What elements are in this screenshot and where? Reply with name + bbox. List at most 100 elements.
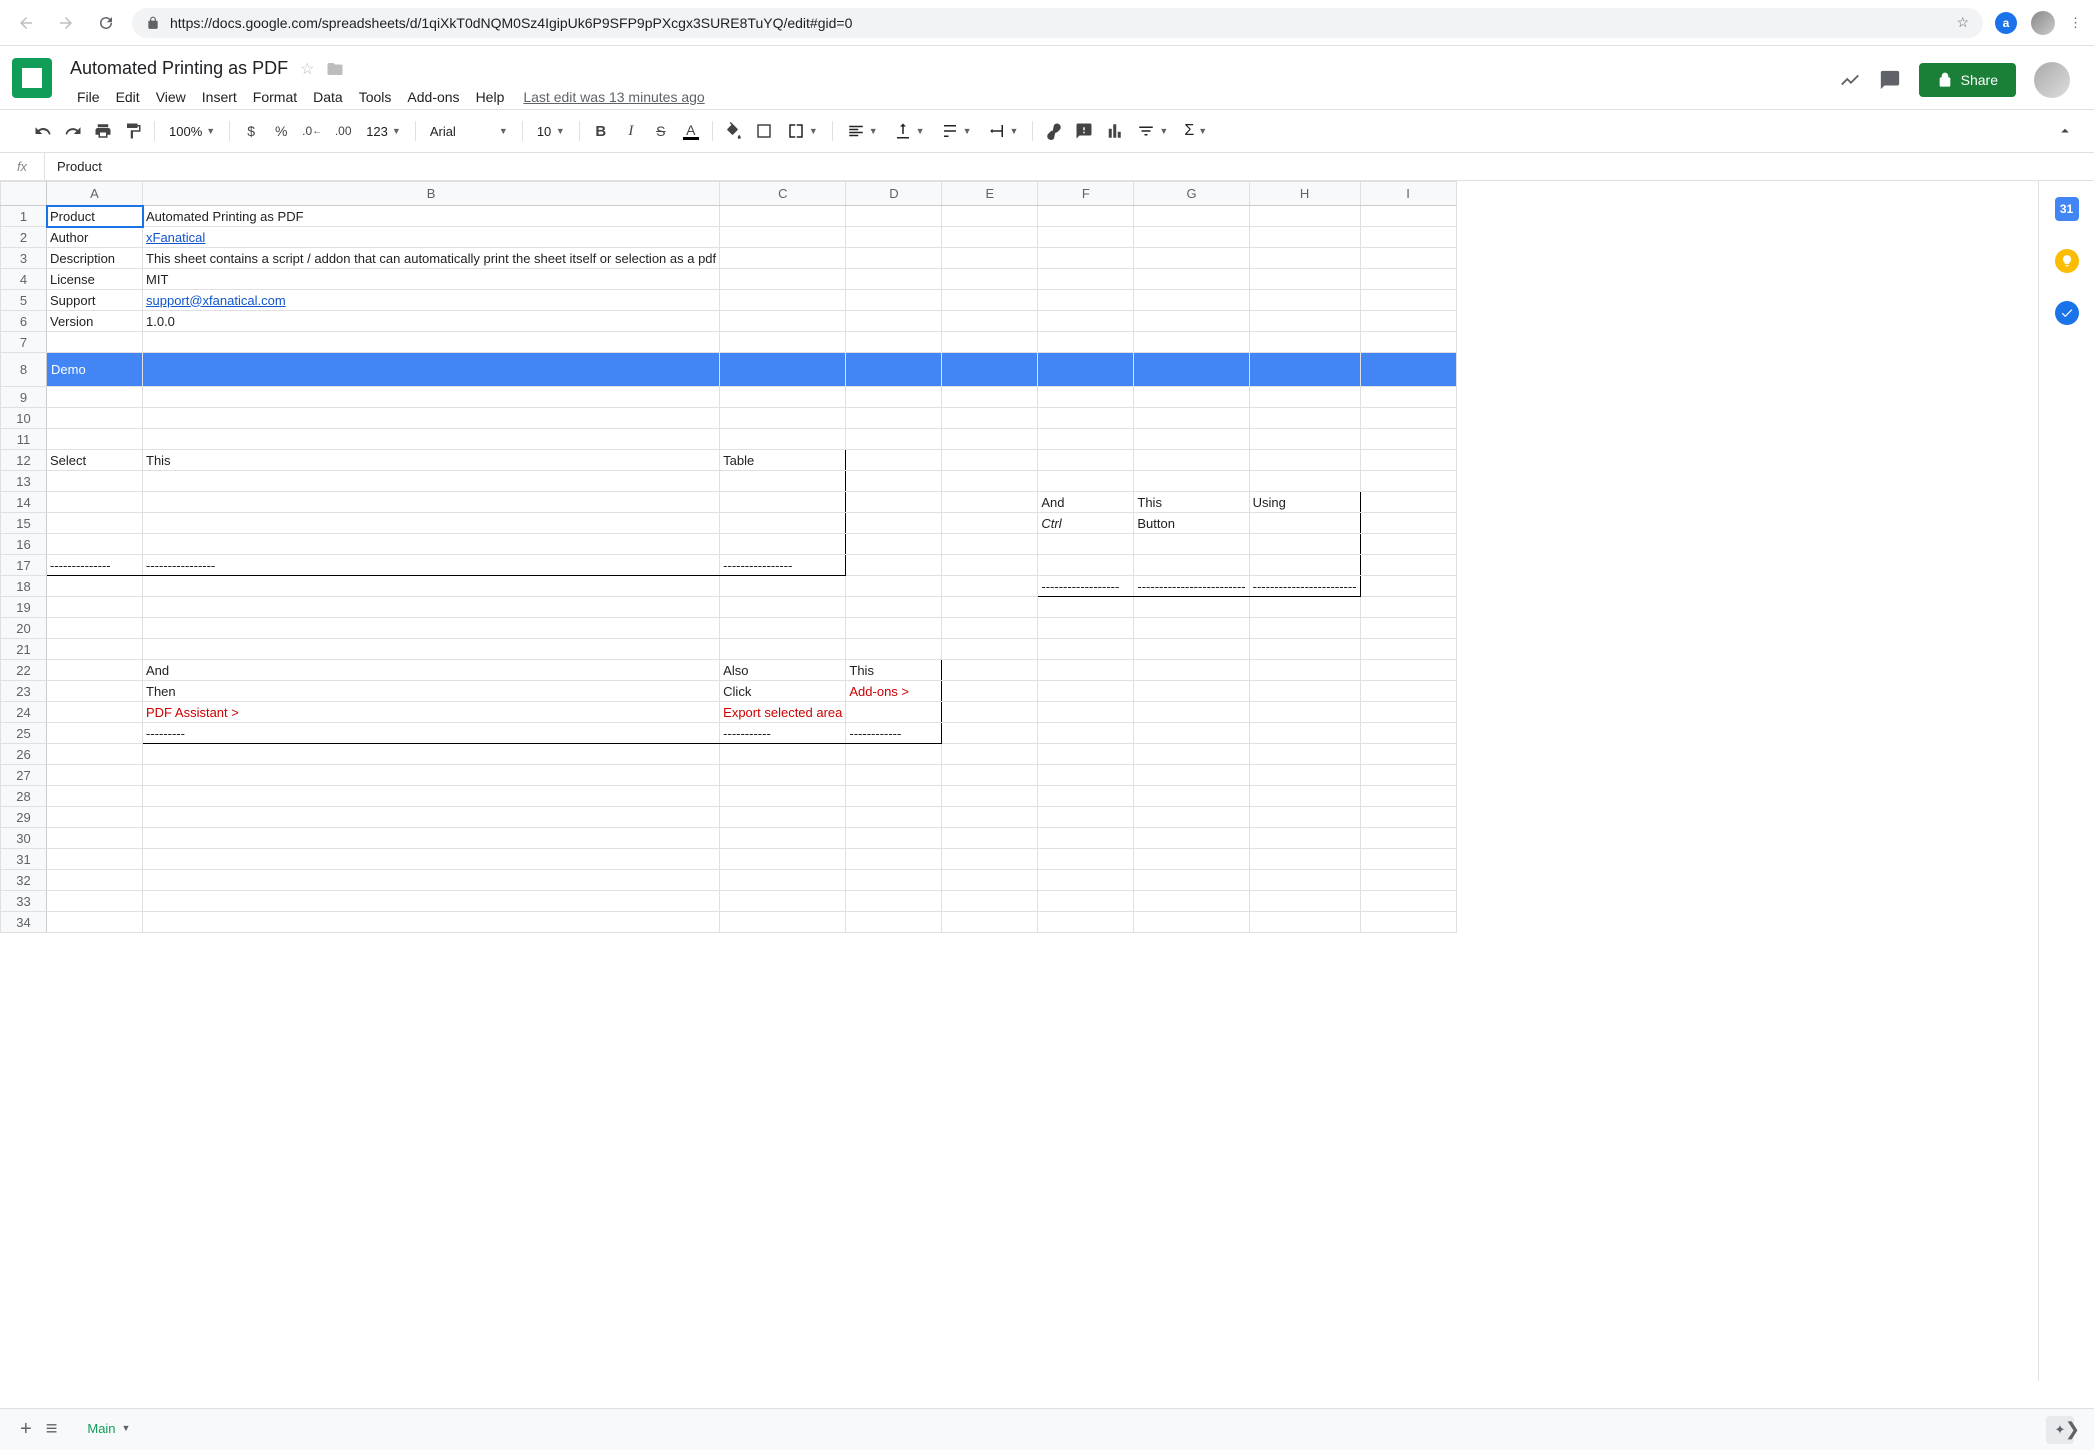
cell-A14[interactable] [47,492,143,513]
cell-A4[interactable]: License [47,269,143,290]
cell-C3[interactable] [720,248,846,269]
cell-B29[interactable] [143,807,720,828]
cell-H14[interactable]: Using [1249,492,1360,513]
cell-E32[interactable] [942,870,1038,891]
cell-I6[interactable] [1360,311,1456,332]
cell-B28[interactable] [143,786,720,807]
row-header[interactable]: 8 [1,353,47,387]
cell-D18[interactable] [846,576,942,597]
cell-I11[interactable] [1360,429,1456,450]
number-format-select[interactable]: 123▼ [360,124,407,139]
cell-G6[interactable] [1134,311,1249,332]
column-header[interactable]: C [720,182,846,206]
row-header[interactable]: 18 [1,576,47,597]
cell-H26[interactable] [1249,744,1360,765]
cell-B25[interactable]: --------- [143,723,720,744]
cell-B31[interactable] [143,849,720,870]
cell-A24[interactable] [47,702,143,723]
account-avatar-icon[interactable] [2034,62,2070,98]
cell-I7[interactable] [1360,332,1456,353]
cell-A21[interactable] [47,639,143,660]
cell-B33[interactable] [143,891,720,912]
cell-F15[interactable]: Ctrl [1038,513,1134,534]
cell-B14[interactable] [143,492,720,513]
cell-H11[interactable] [1249,429,1360,450]
cell-C17[interactable]: ---------------- [720,555,846,576]
cell-E19[interactable] [942,597,1038,618]
cell-F12[interactable] [1038,450,1134,471]
cell-I12[interactable] [1360,450,1456,471]
cell-F31[interactable] [1038,849,1134,870]
cell-B7[interactable] [143,332,720,353]
cell-B13[interactable] [143,471,720,492]
cell-A2[interactable]: Author [47,227,143,248]
cell-B21[interactable] [143,639,720,660]
cell-H16[interactable] [1249,534,1360,555]
cell-A29[interactable] [47,807,143,828]
column-header[interactable]: H [1249,182,1360,206]
column-header[interactable]: E [942,182,1038,206]
cell-B11[interactable] [143,429,720,450]
cell-I33[interactable] [1360,891,1456,912]
cell-I26[interactable] [1360,744,1456,765]
strikethrough-button[interactable]: S [648,118,674,144]
row-header[interactable]: 29 [1,807,47,828]
cell-G18[interactable]: ------------------------- [1134,576,1249,597]
cell-A23[interactable] [47,681,143,702]
cell-A22[interactable] [47,660,143,681]
cell-H25[interactable] [1249,723,1360,744]
cell-C32[interactable] [720,870,846,891]
cell-G20[interactable] [1134,618,1249,639]
cell-H27[interactable] [1249,765,1360,786]
cell-D16[interactable] [846,534,942,555]
cell-C2[interactable] [720,227,846,248]
insert-chart-button[interactable] [1101,118,1127,144]
cell-G12[interactable] [1134,450,1249,471]
column-header[interactable]: D [846,182,942,206]
cell-C18[interactable] [720,576,846,597]
cell-C25[interactable]: ----------- [720,723,846,744]
cell-A18[interactable] [47,576,143,597]
star-doc-icon[interactable]: ☆ [300,59,314,79]
cell-I16[interactable] [1360,534,1456,555]
cell-A5[interactable]: Support [47,290,143,311]
cell-C21[interactable] [720,639,846,660]
cell-B34[interactable] [143,912,720,933]
cell-B16[interactable] [143,534,720,555]
cell-F5[interactable] [1038,290,1134,311]
cell-D25[interactable]: ------------ [846,723,942,744]
cell-E3[interactable] [942,248,1038,269]
menu-tools[interactable]: Tools [352,85,399,109]
menu-format[interactable]: Format [246,85,304,109]
sheet-tab-main[interactable]: Main ▼ [71,1411,146,1449]
cell-C28[interactable] [720,786,846,807]
forward-button[interactable] [52,9,80,37]
cell-C6[interactable] [720,311,846,332]
cell-I21[interactable] [1360,639,1456,660]
chrome-menu-icon[interactable]: ⋮ [2069,15,2082,31]
cell-C34[interactable] [720,912,846,933]
cell-A33[interactable] [47,891,143,912]
cell-E18[interactable] [942,576,1038,597]
cell-B2[interactable]: xFanatical [143,227,720,248]
cell-G16[interactable] [1134,534,1249,555]
functions-button[interactable]: Σ▼ [1178,122,1213,140]
cell-I3[interactable] [1360,248,1456,269]
cell-G24[interactable] [1134,702,1249,723]
cell-D19[interactable] [846,597,942,618]
row-header[interactable]: 33 [1,891,47,912]
cell-I24[interactable] [1360,702,1456,723]
cell-D14[interactable] [846,492,942,513]
cell-B15[interactable] [143,513,720,534]
cell-F13[interactable] [1038,471,1134,492]
merge-cells-button[interactable]: ▼ [781,122,824,140]
keep-side-icon[interactable] [2055,249,2079,273]
row-header[interactable]: 27 [1,765,47,786]
cell-D15[interactable] [846,513,942,534]
menu-addons[interactable]: Add-ons [400,85,466,109]
cell-G23[interactable] [1134,681,1249,702]
cell-C5[interactable] [720,290,846,311]
cell-D23[interactable]: Add-ons > [846,681,942,702]
cell-C27[interactable] [720,765,846,786]
row-header[interactable]: 23 [1,681,47,702]
